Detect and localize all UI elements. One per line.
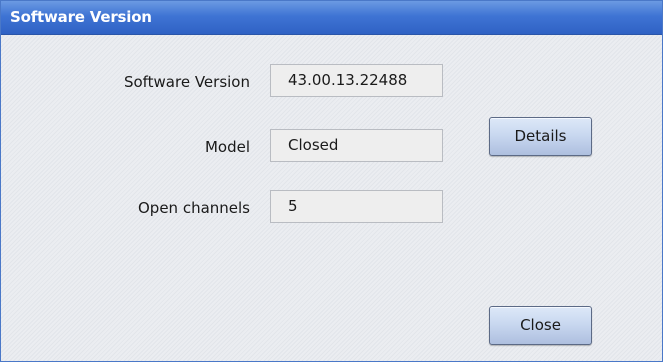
software-version-dialog: Software Version Software Version 43.00.… [0, 0, 663, 362]
software-version-field: 43.00.13.22488 [270, 64, 443, 97]
details-button[interactable]: Details [489, 117, 592, 156]
dialog-titlebar: Software Version [1, 1, 662, 35]
software-version-label: Software Version [123, 73, 250, 91]
dialog-title: Software Version [10, 8, 152, 26]
model-label: Model [204, 138, 250, 156]
open-channels-field: 5 [270, 190, 443, 223]
model-field: Closed [270, 129, 443, 162]
close-button[interactable]: Close [489, 306, 592, 345]
open-channels-label: Open channels [137, 199, 250, 217]
